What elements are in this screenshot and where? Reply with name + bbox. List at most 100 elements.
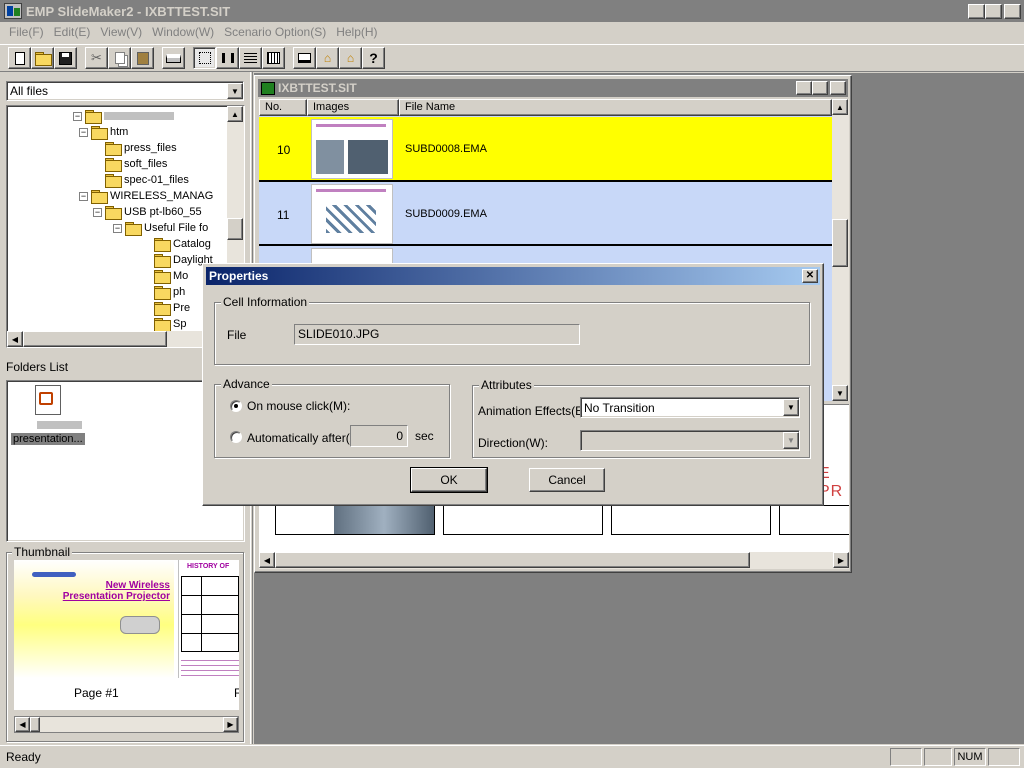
scroll-right-icon[interactable]: ▶ xyxy=(223,717,238,732)
collapse-icon[interactable]: − xyxy=(93,207,102,217)
list-vscroll[interactable]: ▲ ▼ xyxy=(832,99,849,401)
col-header-no[interactable]: No. xyxy=(259,99,307,116)
scroll-left-icon[interactable]: ◀ xyxy=(259,552,275,568)
view-list-icon[interactable] xyxy=(239,47,262,69)
tree-item[interactable]: Mo xyxy=(142,268,188,284)
doc-minimize-icon[interactable]: _ xyxy=(796,81,812,95)
col-header-file-name[interactable]: File Name xyxy=(399,99,832,116)
open-icon[interactable] xyxy=(31,47,54,69)
tree-item[interactable]: − Useful File fo xyxy=(113,220,208,236)
animation-effects-select[interactable]: No Transition ▼ xyxy=(580,397,800,418)
monitor-icon[interactable] xyxy=(293,47,316,69)
tree-item-blurred[interactable]: − xyxy=(73,108,174,124)
radio-automatically[interactable] xyxy=(230,431,242,443)
paste-icon[interactable] xyxy=(131,47,154,69)
tree-item-label: Pre xyxy=(173,302,191,314)
menu-edit[interactable]: Edit(E) xyxy=(49,23,96,41)
close-icon[interactable]: ✕ xyxy=(1004,3,1021,19)
doc-close-icon[interactable]: ✕ xyxy=(830,81,846,95)
preview-frame-4[interactable] xyxy=(779,505,849,535)
view-details-icon[interactable] xyxy=(262,47,285,69)
radio-auto-label[interactable]: Automatically after(A): xyxy=(247,431,365,445)
direction-select[interactable]: ▼ xyxy=(580,430,800,451)
preview-frame-3[interactable] xyxy=(611,505,771,535)
radio-mouse-label[interactable]: On mouse click(M): xyxy=(247,399,350,413)
view-small-icon[interactable] xyxy=(216,47,239,69)
thumbnail-hscroll[interactable]: ◀ ▶ xyxy=(14,716,239,733)
radio-mouse-click[interactable] xyxy=(230,400,242,412)
file-item-label[interactable]: presentation... xyxy=(11,433,85,445)
collapse-icon[interactable]: − xyxy=(79,127,88,137)
chevron-down-icon[interactable]: ▼ xyxy=(783,399,799,416)
menu-scenario-option[interactable]: Scenario Option(S) xyxy=(219,23,331,41)
row-no: 10 xyxy=(277,143,291,157)
doc-maximize-icon[interactable]: □ xyxy=(812,81,828,95)
row-image xyxy=(311,184,393,244)
scroll-right-icon[interactable]: ▶ xyxy=(833,552,849,568)
presentation-file-icon[interactable] xyxy=(35,385,61,415)
tree-item[interactable]: ph xyxy=(142,284,185,300)
hscroll-thumb[interactable] xyxy=(23,331,167,347)
menu-window[interactable]: Window(W) xyxy=(147,23,219,41)
copy-icon[interactable] xyxy=(108,47,131,69)
scroll-up-icon[interactable]: ▲ xyxy=(832,99,848,115)
scroll-left-icon[interactable]: ◀ xyxy=(7,331,23,347)
tree-item[interactable]: spec-01_files xyxy=(93,172,189,188)
dialog-close-icon[interactable]: ✕ xyxy=(802,269,818,283)
thumbnail-slide-2[interactable]: HISTORY OF xyxy=(178,560,239,678)
help-icon[interactable]: ? xyxy=(362,47,385,69)
tree-item-label: press_files xyxy=(124,142,177,154)
list-scroll-thumb[interactable] xyxy=(832,219,848,267)
tree-item[interactable]: soft_files xyxy=(93,156,167,172)
doc-title: IXBTTEST.SIT xyxy=(278,81,357,95)
seconds-field[interactable]: 0 xyxy=(350,425,408,447)
tree-item[interactable]: − htm xyxy=(79,124,128,140)
minimize-icon[interactable]: _ xyxy=(968,3,985,19)
import-icon[interactable]: ⌂ xyxy=(316,47,339,69)
app-title-bar: EMP SlideMaker2 - IXBTTEST.SIT _ ❐ ✕ xyxy=(0,0,1024,22)
col-header-images[interactable]: Images xyxy=(307,99,399,116)
tree-item-label: Mo xyxy=(173,270,189,282)
view-icons-icon[interactable] xyxy=(193,47,216,69)
scroll-down-icon[interactable]: ▼ xyxy=(832,385,848,401)
cancel-button[interactable]: Cancel xyxy=(529,468,605,492)
tree-item[interactable]: Catalog xyxy=(142,236,211,252)
tree-item[interactable]: Pre xyxy=(142,300,190,316)
new-icon[interactable] xyxy=(8,47,31,69)
tree-item[interactable]: Sp xyxy=(142,316,186,331)
status-text: Ready xyxy=(6,750,41,764)
file-field[interactable]: SLIDE010.JPG xyxy=(294,324,580,345)
menu-file[interactable]: File(F) xyxy=(4,23,49,41)
scroll-up-icon[interactable]: ▲ xyxy=(227,106,243,122)
collapse-icon[interactable]: − xyxy=(79,191,88,201)
ok-button[interactable]: OK xyxy=(410,467,488,493)
export-icon[interactable]: ⌂ xyxy=(339,47,362,69)
folder-icon xyxy=(91,190,108,204)
scroll-thumb[interactable] xyxy=(227,218,243,240)
preview-frame-2[interactable] xyxy=(443,505,603,535)
tree-item[interactable]: press_files xyxy=(93,140,177,156)
table-row[interactable]: 11 SUBD0009.EMA xyxy=(259,182,832,246)
doc-hscroll-thumb[interactable] xyxy=(275,552,750,568)
chevron-down-icon[interactable]: ▼ xyxy=(783,432,799,449)
save-icon[interactable] xyxy=(54,47,77,69)
thumb-title-2: Presentation Projector xyxy=(62,591,170,602)
thumbnail-slide-1[interactable]: New Wireless Presentation Projector xyxy=(14,560,174,678)
table-row[interactable]: 10 SUBD0008.EMA xyxy=(259,117,832,182)
doc-hscroll[interactable]: ◀ ▶ xyxy=(259,552,849,569)
file-filter-select[interactable]: All files ▼ xyxy=(6,81,244,101)
menu-help[interactable]: Help(H) xyxy=(331,23,382,41)
tree-item[interactable]: − WIRELESS_MANAG xyxy=(79,188,213,204)
preview-frame-1[interactable] xyxy=(275,505,435,535)
advance-group xyxy=(214,384,450,458)
tree-item-label: spec-01_files xyxy=(124,174,189,186)
collapse-icon[interactable]: − xyxy=(113,223,122,233)
chevron-down-icon[interactable]: ▼ xyxy=(227,83,243,99)
thumb-hscroll-thumb[interactable] xyxy=(30,717,40,732)
cut-icon[interactable]: ✂ xyxy=(85,47,108,69)
scroll-left-icon[interactable]: ◀ xyxy=(15,717,30,732)
menu-view[interactable]: View(V) xyxy=(95,23,147,41)
restore-icon[interactable]: ❐ xyxy=(985,3,1002,19)
tree-item[interactable]: − USB pt-lb60_55 xyxy=(93,204,202,220)
print-icon[interactable] xyxy=(162,47,185,69)
